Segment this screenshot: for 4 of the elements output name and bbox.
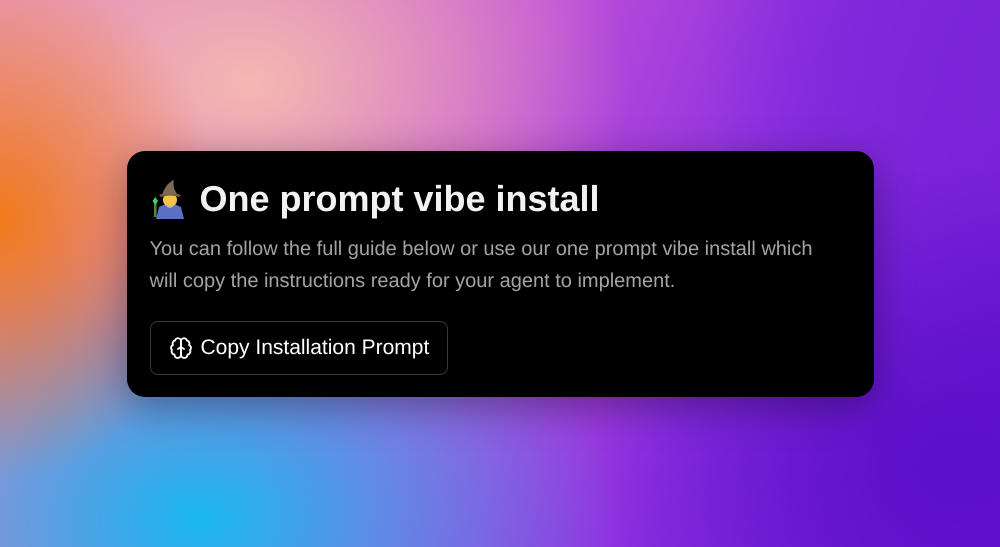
brain-icon <box>168 336 192 360</box>
description-text: You can follow the full guide below or use our one prompt vibe install which will copy the instructions ready for your agent to implement. <box>150 236 814 294</box>
card-title: One prompt vibe install <box>200 176 600 220</box>
copy-prompt-button[interactable]: Copy Installation Prompt <box>150 320 448 374</box>
